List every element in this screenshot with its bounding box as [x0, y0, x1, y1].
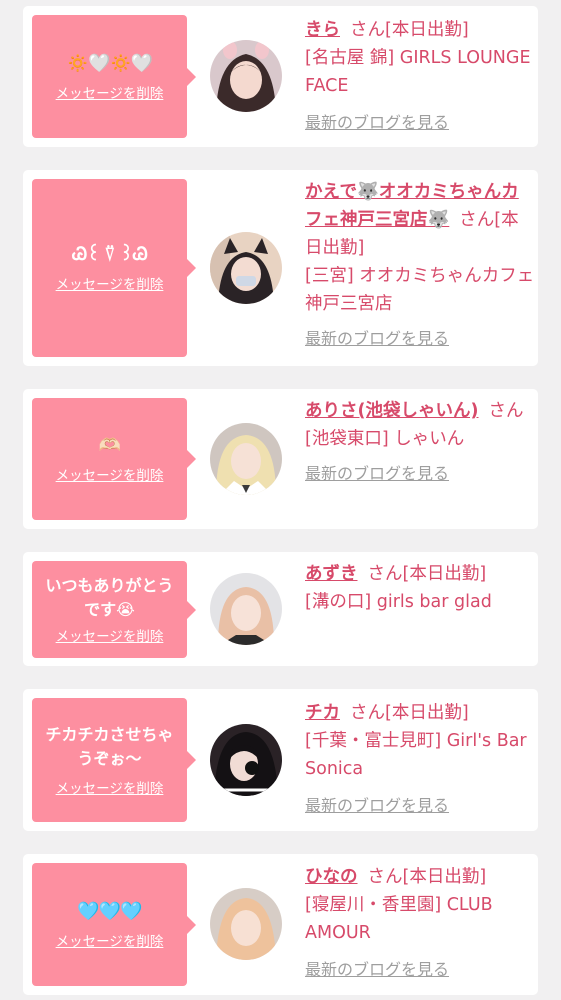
cast-info: ひなの さん[本日出勤] [寝屋川・香里園] CLUB AMOUR 最新のブログを… [305, 863, 535, 982]
cast-info: きら さん[本日出勤] [名古屋 錦] GIRLS LOUNGE FACE 最新の… [305, 16, 535, 135]
delete-message-link[interactable]: メッセージを削除 [56, 273, 164, 293]
honorific: さん [350, 20, 385, 40]
shop-name: [溝の口] girls bar glad [305, 592, 492, 612]
status-badge: [本日出勤] [385, 703, 469, 723]
message-card: いつもありがとうです😭 メッセージを削除 あずき さん[本日出勤] [溝の口] g… [23, 552, 538, 666]
message-card: 🫶🏻 メッセージを削除 ありさ(池袋しゃいん) さん [池袋東口] しゃいん 最新… [23, 389, 538, 529]
avatar[interactable] [210, 232, 282, 304]
shop-name: [寝屋川・香里園] CLUB AMOUR [305, 895, 493, 943]
cast-info: あずき さん[本日出勤] [溝の口] girls bar glad [305, 560, 535, 616]
shop-name: [千葉・富士見町] Girl's Bar Sonica [305, 731, 527, 779]
message-text: いつもありがとうです😭 [45, 576, 174, 619]
latest-blog-link[interactable]: 最新のブログを見る [305, 462, 449, 486]
latest-blog-link[interactable]: 最新のブログを見る [305, 958, 449, 982]
delete-message-link[interactable]: メッセージを削除 [56, 777, 164, 797]
cast-info: ありさ(池袋しゃいん) さん [池袋東口] しゃいん 最新のブログを見る [305, 397, 535, 486]
honorific: さん [367, 867, 403, 887]
message-text: 🩵🩵🩵 [77, 900, 142, 922]
message-text: Ꮚ꒰ ⍢ ꒱Ꮚ [72, 244, 148, 265]
message-bubble: 🔅🤍🔅🤍 メッセージを削除 [32, 15, 196, 138]
cast-name-link[interactable]: あずき [305, 564, 358, 584]
message-text: 🔅🤍🔅🤍 [66, 52, 154, 74]
avatar[interactable] [210, 888, 282, 960]
status-badge: [本日出勤] [402, 867, 487, 887]
shop-name: [三宮] オオカミちゃんカフェ神戸三宮店 [305, 266, 535, 314]
honorific: さん [367, 564, 403, 584]
message-bubble: 🩵🩵🩵 メッセージを削除 [32, 863, 196, 986]
latest-blog-link[interactable]: 最新のブログを見る [305, 327, 449, 351]
cast-info: チカ さん[本日出勤] [千葉・富士見町] Girl's Bar Sonica 最… [305, 699, 535, 818]
latest-blog-link[interactable]: 最新のブログを見る [305, 794, 449, 818]
message-card: 🔅🤍🔅🤍 メッセージを削除 きら さん[本日出勤] [名古屋 錦] GIRLS L… [23, 6, 538, 147]
message-bubble: チカチカさせちゃうぞぉ〜 メッセージを削除 [32, 698, 196, 822]
message-bubble: いつもありがとうです😭 メッセージを削除 [32, 561, 196, 658]
message-bubble: Ꮚ꒰ ⍢ ꒱Ꮚ メッセージを削除 [32, 179, 196, 357]
message-card: Ꮚ꒰ ⍢ ꒱Ꮚ メッセージを削除 かえで🐺オオカミちゃんカフェ神戸三宮店🐺 さん[… [23, 170, 538, 366]
message-bubble: 🫶🏻 メッセージを削除 [32, 398, 196, 520]
delete-message-link[interactable]: メッセージを削除 [56, 464, 164, 484]
message-text: 🫶🏻 [98, 435, 121, 456]
delete-message-link[interactable]: メッセージを削除 [56, 930, 164, 950]
avatar[interactable] [210, 724, 282, 796]
cast-name-link[interactable]: ありさ(池袋しゃいん) [305, 401, 479, 421]
honorific: さん [350, 703, 385, 723]
shop-name: [池袋東口] しゃいん [305, 429, 465, 449]
cast-info: かえで🐺オオカミちゃんカフェ神戸三宮店🐺 さん[本日出勤] [三宮] オオカミちゃ… [305, 178, 535, 351]
avatar[interactable] [210, 423, 282, 495]
latest-blog-link[interactable]: 最新のブログを見る [305, 111, 449, 135]
status-badge: [本日出勤] [402, 564, 487, 584]
delete-message-link[interactable]: メッセージを削除 [56, 625, 164, 645]
honorific: さん [488, 401, 524, 421]
shop-name: [名古屋 錦] GIRLS LOUNGE FACE [305, 48, 531, 96]
message-card: 🩵🩵🩵 メッセージを削除 ひなの さん[本日出勤] [寝屋川・香里園] CLUB … [23, 854, 538, 995]
cast-name-link[interactable]: きら [305, 20, 340, 40]
honorific: さん [459, 210, 495, 230]
cast-name-link[interactable]: チカ [305, 703, 340, 723]
avatar[interactable] [210, 40, 282, 112]
cast-name-link[interactable]: ひなの [305, 867, 358, 887]
avatar[interactable] [210, 573, 282, 645]
delete-message-link[interactable]: メッセージを削除 [56, 82, 164, 102]
message-text: チカチカさせちゃうぞぉ〜 [45, 725, 174, 768]
message-card: チカチカさせちゃうぞぉ〜 メッセージを削除 チカ さん[本日出勤] [千葉・富士見… [23, 689, 538, 831]
status-badge: [本日出勤] [385, 20, 469, 40]
